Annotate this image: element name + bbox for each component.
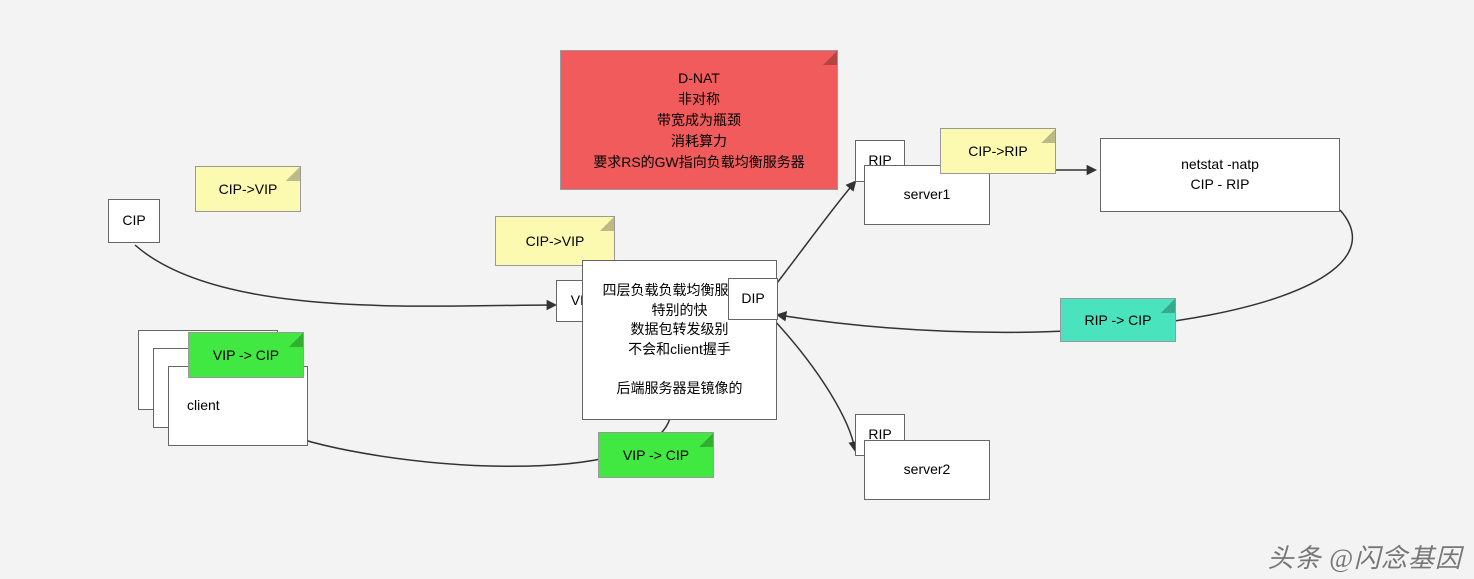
server2-label: server2 xyxy=(904,460,951,480)
cip-label: CIP xyxy=(122,211,145,231)
note-vip-cip-mid: VIP -> CIP xyxy=(598,432,714,478)
fold-corner-icon xyxy=(289,333,303,347)
note-vip-cip-left: VIP -> CIP xyxy=(188,332,304,378)
netstat-text: netstat -natp CIP - RIP xyxy=(1181,155,1259,194)
cip-box: CIP xyxy=(108,199,160,243)
watermark-text: 头条 @闪念基因 xyxy=(1268,544,1462,573)
fold-corner-icon xyxy=(600,217,614,231)
fold-corner-icon xyxy=(823,51,837,65)
note-cip-rip: CIP->RIP xyxy=(940,128,1056,174)
client-label: client xyxy=(187,396,220,416)
note-cip-vip-mid-text: CIP->VIP xyxy=(526,231,585,252)
note-vip-cip-left-text: VIP -> CIP xyxy=(213,345,279,366)
note-cip-vip-left: CIP->VIP xyxy=(195,166,301,212)
fold-corner-icon xyxy=(1041,129,1055,143)
note-rip-cip: RIP -> CIP xyxy=(1060,298,1176,342)
server1-box: server1 xyxy=(864,165,990,225)
server1-label: server1 xyxy=(904,185,951,205)
server2-box: server2 xyxy=(864,440,990,500)
netstat-box: netstat -natp CIP - RIP xyxy=(1100,138,1340,212)
note-dnat: D-NAT 非对称 带宽成为瓶颈 消耗算力 要求RS的GW指向负载均衡服务器 xyxy=(560,50,838,190)
note-vip-cip-mid-text: VIP -> CIP xyxy=(623,445,689,466)
note-cip-vip-left-text: CIP->VIP xyxy=(219,179,278,200)
fold-corner-icon xyxy=(286,167,300,181)
client-box: client xyxy=(168,366,308,446)
watermark: 头条 @闪念基因 xyxy=(1268,538,1462,575)
note-dnat-text: D-NAT 非对称 带宽成为瓶颈 消耗算力 要求RS的GW指向负载均衡服务器 xyxy=(593,68,805,173)
fold-corner-icon xyxy=(699,433,713,447)
dip-label: DIP xyxy=(741,289,764,309)
note-cip-vip-mid: CIP->VIP xyxy=(495,216,615,266)
note-cip-rip-text: CIP->RIP xyxy=(968,141,1028,162)
fold-corner-icon xyxy=(1161,299,1175,313)
note-rip-cip-text: RIP -> CIP xyxy=(1084,310,1151,331)
dip-box: DIP xyxy=(728,278,778,320)
